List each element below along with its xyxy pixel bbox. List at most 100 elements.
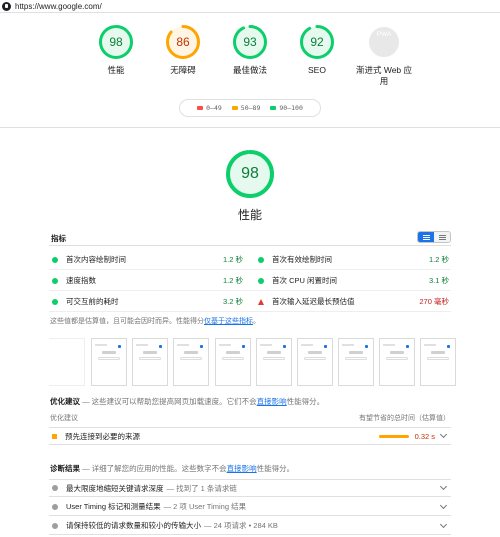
expanded-view-icon[interactable] [434, 232, 450, 242]
gauge-performance[interactable]: 98 性能 [81, 24, 151, 76]
pass-indicator-icon [258, 256, 264, 263]
diagnostic-row[interactable]: User Timing 标记和测量结果 — 2 项 User Timing 结果 [49, 498, 451, 516]
performance-title: 性能 [237, 208, 262, 222]
lock-icon [2, 1, 11, 11]
metric-value: 1.2 秒 [222, 255, 243, 264]
fail-indicator-icon [258, 298, 264, 305]
filmstrip [49, 338, 456, 386]
metric-name: 首次内容绘制时间 [66, 255, 126, 264]
chevron-down-icon[interactable] [439, 482, 448, 491]
address-bar[interactable]: https://www.google.com/ [0, 0, 500, 13]
metric-fcp: 首次内容绘制时间 1.2 秒 [49, 249, 245, 270]
metric-name: 首次输入延迟最长预估值 [272, 297, 355, 306]
gauge-seo[interactable]: 92 SEO [282, 24, 352, 76]
metrics-title: 指标 [51, 234, 66, 243]
gauge-score: PWA [376, 31, 392, 38]
performance-score: 98 [241, 165, 259, 182]
note-link[interactable]: 仅基于这些指标 [204, 318, 253, 325]
info-indicator-icon [52, 485, 58, 491]
metrics-row: 首次内容绘制时间 1.2 秒 首次有效绘制时间 1.2 秒 [49, 249, 451, 270]
metric-name: 可交互前的耗时 [66, 297, 119, 306]
note-text: 这些值都是估算值，且可能会因时而异。性能得分 [50, 318, 204, 325]
legend-swatch [231, 106, 238, 110]
diagnostic-extra: — 24 项请求 • 284 KB [204, 521, 278, 530]
savings-bar [378, 434, 409, 438]
gauge-score: 86 [176, 35, 190, 49]
score-legend: 0–49 50–89 90–100 [179, 99, 321, 117]
opportunity-value: 0.32 s [414, 431, 435, 441]
url-text[interactable]: https://www.google.com/ [15, 2, 102, 11]
gauge-ring: 93 [232, 24, 268, 60]
metric-speed-index: 速度指数 1.2 秒 [49, 270, 245, 291]
metrics-table: 首次内容绘制时间 1.2 秒 首次有效绘制时间 1.2 秒 速度指数 1.2 秒 首次… [49, 249, 451, 312]
gauge-label: 无障碍 [170, 65, 196, 75]
diagnostic-row[interactable]: 最大限度地缩短关键请求深度 — 找到了 1 条请求链 [49, 479, 451, 497]
gauge-best-practices[interactable]: 93 最佳做法 [215, 24, 285, 76]
chevron-down-icon[interactable] [439, 501, 448, 509]
pass-indicator-icon [52, 277, 58, 284]
chevron-down-icon[interactable] [439, 430, 448, 439]
gauge-label: SEO [308, 65, 326, 75]
opportunity-row[interactable]: 预先连接到必要的来源 0.32 s [49, 427, 451, 445]
diagnostic-extra: — 2 项 User Timing 结果 [163, 502, 247, 511]
pwa-badge-icon: PWA [366, 24, 402, 60]
diagnostics-heading: 诊断结果 [50, 464, 80, 473]
diagnostic-row[interactable]: 请保持较低的请求数量和较小的传输大小 — 24 项请求 • 284 KB [49, 517, 451, 535]
metric-value: 1.2 秒 [222, 276, 243, 285]
legend-label: 90–100 [279, 104, 303, 112]
chevron-down-icon[interactable] [439, 520, 448, 528]
filmstrip-frame [338, 338, 374, 386]
opportunities-title: 优化建议 — 这些建议可以帮助您提高网页加载速度。它们不会直接影响性能得分。 [50, 396, 324, 407]
filmstrip-frame [91, 338, 127, 386]
diagnostic-name: 最大限度地缩短关键请求深度 [66, 483, 164, 493]
gauge-score: 93 [243, 35, 257, 49]
legend-item-pass: 90–100 [270, 104, 303, 112]
metrics-header: 指标 [49, 230, 451, 246]
metric-name: 首次 CPU 闲置时间 [272, 276, 338, 285]
pass-indicator-icon [52, 256, 58, 263]
legend-item-average: 50–89 [231, 104, 261, 112]
metric-first-cpu-idle: 首次 CPU 闲置时间 3.1 秒 [255, 270, 451, 291]
gauge-label: 渐进式 Web 应用 [355, 65, 413, 86]
diagnostics-link[interactable]: 直接影响 [227, 464, 257, 473]
metric-value: 1.2 秒 [428, 255, 449, 264]
diagnostic-name: 请保持较低的请求数量和较小的传输大小 [66, 521, 201, 530]
filmstrip-frame [132, 338, 168, 386]
filmstrip-frame [297, 338, 333, 386]
diagnostic-extra: — 找到了 1 条请求链 [166, 483, 237, 493]
info-indicator-icon [52, 503, 58, 510]
metric-fmp: 首次有效绘制时间 1.2 秒 [255, 249, 451, 270]
gauge-score: 98 [109, 35, 123, 49]
compact-view-icon[interactable] [418, 232, 434, 242]
gauge-ring: 98 [98, 24, 134, 60]
filmstrip-frame [215, 338, 251, 386]
gauge-label: 最佳做法 [232, 65, 267, 75]
opportunities-columns: 优化建议 有望节省的总时间（估算值） [50, 413, 450, 423]
opportunities-desc-end: 性能得分。 [286, 397, 325, 406]
diagnostics-desc: — 详细了解您的应用的性能。这些数字不会 [80, 464, 227, 473]
opportunities-heading: 优化建议 [50, 397, 80, 406]
gauge-score: 92 [310, 35, 324, 49]
diagnostics-title: 诊断结果 — 详细了解您的应用的性能。这些数字不会直接影响性能得分。 [50, 463, 294, 474]
info-indicator-icon [52, 522, 58, 529]
metric-tti: 可交互前的耗时 3.2 秒 [49, 291, 245, 312]
diagnostics-desc-end: 性能得分。 [256, 464, 295, 473]
opportunities-desc: — 这些建议可以帮助您提高网页加载速度。它们不会 [80, 397, 257, 406]
legend-label: 50–89 [240, 104, 261, 112]
metrics-view-toggle[interactable] [417, 231, 451, 243]
legend-swatch [270, 106, 277, 110]
legend-item-fail: 0–49 [197, 104, 222, 112]
pass-indicator-icon [52, 298, 58, 305]
metrics-row: 速度指数 1.2 秒 首次 CPU 闲置时间 3.1 秒 [49, 270, 451, 291]
gauge-pwa[interactable]: PWA 渐进式 Web 应用 [349, 24, 419, 87]
performance-gauge: 98 [225, 149, 275, 199]
note-end: 。 [253, 318, 260, 325]
pass-indicator-icon [258, 277, 264, 284]
gauge-accessibility[interactable]: 86 无障碍 [148, 24, 218, 76]
legend-label: 0–49 [206, 104, 222, 112]
category-gauges: 98 性能 86 无障碍 93 最佳做法 92 SEO PWA 渐进式 Web … [0, 24, 500, 94]
gauge-ring: 92 [299, 24, 335, 60]
col-savings: 有望节省的总时间（估算值） [359, 415, 450, 422]
opportunity-name: 预先连接到必要的来源 [65, 431, 140, 441]
opportunities-link[interactable]: 直接影响 [257, 397, 287, 406]
